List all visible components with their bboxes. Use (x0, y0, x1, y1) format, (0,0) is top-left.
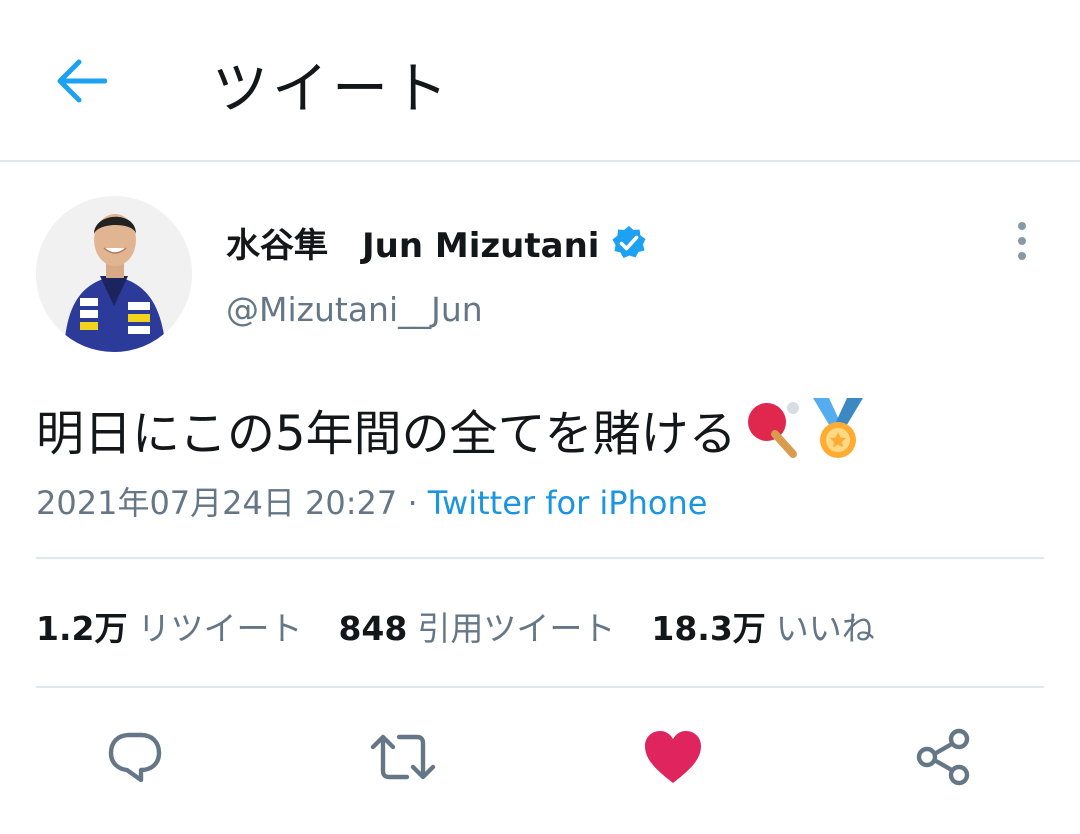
retweet-count: 1.2万 (36, 609, 128, 648)
meta-separator: · (407, 484, 418, 522)
more-dot-icon (1018, 237, 1026, 245)
display-name-text: 水谷隼 Jun Mizutani (226, 226, 600, 266)
more-dot-icon (1018, 252, 1026, 260)
tweet-stats: 1.2万 リツイート 848 引用ツイート 18.3万 いいね (36, 602, 911, 650)
like-count: 18.3万 (651, 609, 766, 648)
share-icon (916, 728, 970, 786)
share-button[interactable] (908, 722, 978, 792)
action-bar (0, 722, 1080, 792)
quote-count-link[interactable]: 848 引用ツイート (338, 602, 615, 650)
reply-button[interactable] (100, 722, 170, 792)
tweet-timestamp: 2021年07月24日 20:27 (36, 484, 398, 522)
retweet-icon (370, 734, 436, 780)
avatar[interactable] (36, 196, 192, 352)
verified-badge-icon (611, 225, 647, 261)
retweet-count-link[interactable]: 1.2万 リツイート (36, 602, 302, 650)
tweet-body: 明日にこの5年間の全てを賭ける (36, 406, 737, 462)
quote-label: 引用ツイート (417, 609, 616, 648)
like-button[interactable] (638, 722, 708, 792)
more-options-button[interactable] (1004, 218, 1040, 264)
like-count-link[interactable]: 18.3万 いいね (651, 602, 874, 650)
top-bar: ツイート (0, 0, 1080, 162)
quote-count: 848 (338, 609, 408, 648)
back-button[interactable] (48, 48, 114, 114)
user-handle[interactable]: @Mizutani__Jun (226, 290, 483, 329)
divider (36, 557, 1044, 559)
display-name[interactable]: 水谷隼 Jun Mizutani (226, 218, 647, 267)
tweet-meta: 2021年07月24日 20:27 · Twitter for iPhone (36, 478, 707, 524)
page-title: ツイート (212, 57, 452, 122)
sports-medal-icon (807, 396, 869, 462)
avatar-photo (36, 196, 192, 352)
retweet-button[interactable] (368, 722, 438, 792)
tweet-source-link[interactable]: Twitter for iPhone (428, 484, 708, 522)
back-arrow-icon (57, 59, 107, 103)
reply-icon (108, 732, 162, 783)
heart-icon (645, 731, 701, 783)
tweet-text: 明日にこの5年間の全てを賭ける (36, 394, 869, 464)
ping-pong-paddle-icon (741, 398, 803, 460)
divider (36, 686, 1044, 688)
retweet-label: リツイート (137, 609, 303, 648)
like-label: いいね (775, 609, 875, 648)
more-dot-icon (1018, 222, 1026, 230)
